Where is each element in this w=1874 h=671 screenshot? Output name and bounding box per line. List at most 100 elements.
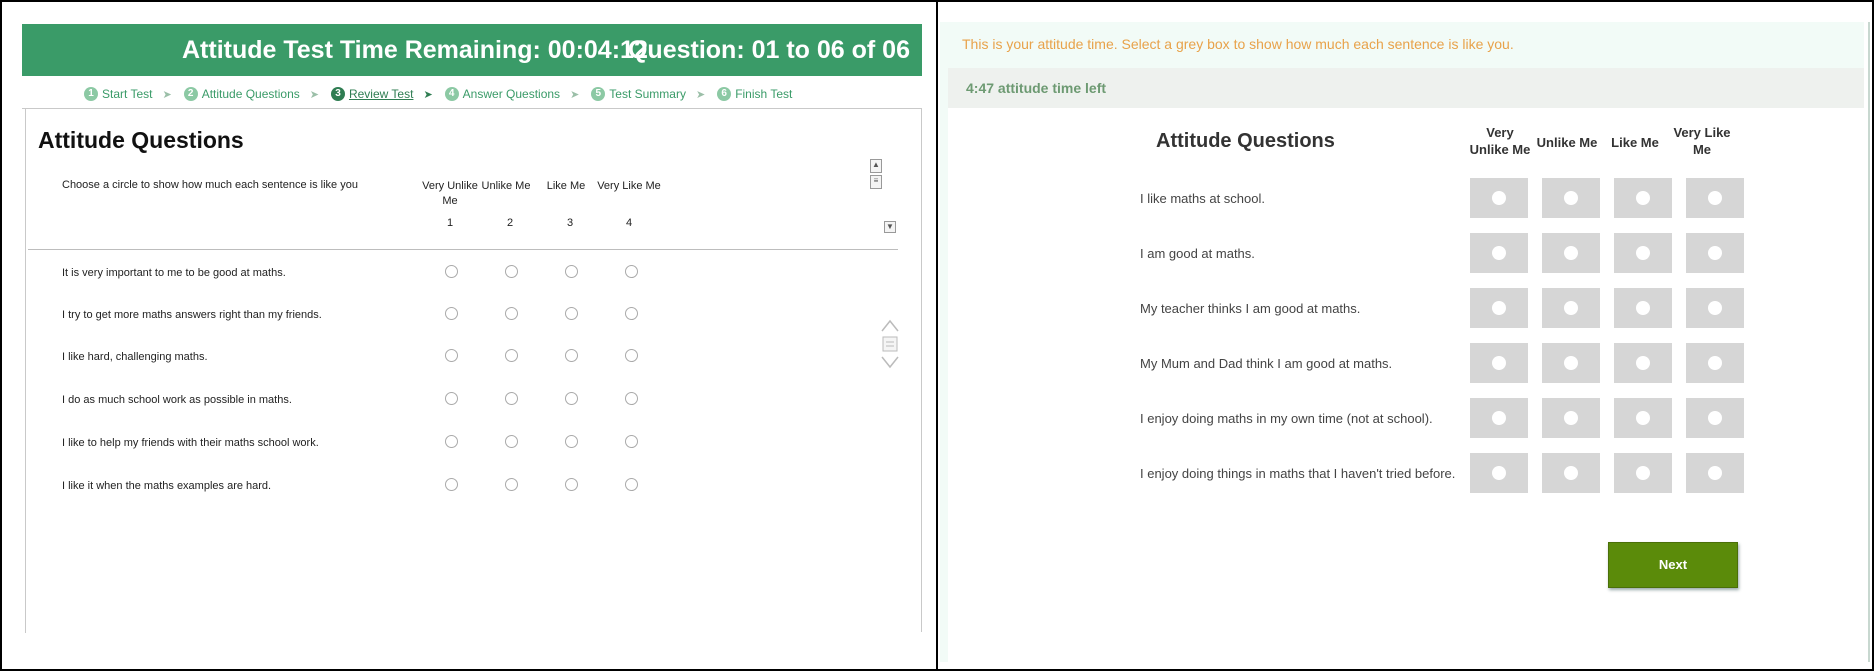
step-attitude-questions[interactable]: 2 Attitude Questions ➤ (183, 87, 325, 101)
header-separator (28, 249, 898, 250)
next-button[interactable]: Next (1608, 542, 1738, 588)
scroll-down-button[interactable]: ▼ (884, 221, 896, 233)
scroll-up-button[interactable]: ▲ (870, 159, 882, 173)
chevron-right-icon: ➤ (162, 88, 172, 101)
question-counter: Question: 01 to 06 of 06 (627, 36, 910, 64)
option-box-unlike[interactable] (1542, 398, 1600, 438)
column-header-like: Like Me (1611, 135, 1659, 150)
option-box-like[interactable] (1614, 178, 1672, 218)
option-box-very-unlike[interactable] (1470, 343, 1528, 383)
question-area: Attitude Questions Very Unlike Me Unlike… (948, 108, 1864, 662)
option-box-like[interactable] (1614, 288, 1672, 328)
radio-dot (1636, 246, 1650, 260)
scroll-handle[interactable]: ≡ (870, 175, 882, 189)
step-finish-test[interactable]: 6 Finish Test (717, 87, 792, 101)
radio-dot (1564, 356, 1578, 370)
radio-unlike[interactable] (505, 265, 518, 278)
column-header-very-like: Very Like Me (597, 180, 661, 192)
step-label: Attitude Questions (201, 87, 300, 101)
column-header-very-like: Very Like Me (1673, 125, 1731, 157)
radio-like[interactable] (565, 265, 578, 278)
radio-very-unlike[interactable] (445, 392, 458, 405)
option-box-very-unlike[interactable] (1470, 398, 1528, 438)
question-row: My Mum and Dad think I am good at maths. (1140, 343, 1744, 387)
option-box-very-like[interactable] (1686, 453, 1744, 493)
step-number: 3 (330, 87, 345, 101)
statement-text: I am good at maths. (1140, 246, 1255, 261)
radio-unlike[interactable] (505, 435, 518, 448)
radio-very-unlike[interactable] (445, 435, 458, 448)
panel-divider (936, 0, 938, 671)
column-header-very-unlike: Very Unlike Me (1469, 125, 1531, 157)
scroll-control[interactable] (880, 317, 900, 377)
option-box-unlike[interactable] (1542, 178, 1600, 218)
radio-dot (1564, 246, 1578, 260)
option-box-very-unlike[interactable] (1470, 178, 1528, 218)
radio-very-unlike[interactable] (445, 307, 458, 320)
radio-unlike[interactable] (505, 349, 518, 362)
option-box-like[interactable] (1614, 343, 1672, 383)
option-box-very-like[interactable] (1686, 178, 1744, 218)
radio-unlike[interactable] (505, 392, 518, 405)
radio-dot (1492, 466, 1506, 480)
chevron-right-icon: ➤ (695, 88, 706, 101)
radio-dot (1708, 356, 1722, 370)
option-box-very-unlike[interactable] (1470, 288, 1528, 328)
column-number: 4 (625, 217, 633, 229)
radio-unlike[interactable] (505, 307, 518, 320)
radio-very-unlike[interactable] (445, 478, 458, 491)
column-header-very-unlike: Very Unlike Me (422, 180, 478, 207)
step-review-test[interactable]: 3 Review Test ➤ (330, 87, 439, 101)
option-box-like[interactable] (1614, 233, 1672, 273)
step-start-test[interactable]: 1 Start Test ➤ (84, 87, 178, 101)
statement-text: I like to help my friends with their mat… (62, 437, 319, 449)
step-answer-questions[interactable]: 4 Answer Questions ➤ (444, 87, 586, 101)
left-panel: Attitude Test Time Remaining: 00:04:12 Q… (22, 24, 922, 633)
radio-dot (1708, 246, 1722, 260)
radio-very-like[interactable] (625, 435, 638, 448)
option-box-like[interactable] (1614, 398, 1672, 438)
radio-like[interactable] (565, 392, 578, 405)
radio-dot (1564, 466, 1578, 480)
radio-very-unlike[interactable] (445, 349, 458, 362)
test-header-bar: Attitude Test Time Remaining: 00:04:12 Q… (22, 24, 922, 76)
option-box-very-like[interactable] (1686, 398, 1744, 438)
statement-text: My teacher thinks I am good at maths. (1140, 301, 1361, 316)
radio-very-like[interactable] (625, 349, 638, 362)
option-box-very-unlike[interactable] (1470, 233, 1528, 273)
option-box-very-like[interactable] (1686, 288, 1744, 328)
radio-very-like[interactable] (625, 265, 638, 278)
radio-like[interactable] (565, 478, 578, 491)
option-box-unlike[interactable] (1542, 453, 1600, 493)
option-box-very-like[interactable] (1686, 343, 1744, 383)
option-box-unlike[interactable] (1542, 233, 1600, 273)
statement-text: I enjoy doing things in maths that I hav… (1140, 466, 1456, 481)
radio-very-unlike[interactable] (445, 265, 458, 278)
option-box-like[interactable] (1614, 453, 1672, 493)
radio-like[interactable] (565, 435, 578, 448)
option-box-very-like[interactable] (1686, 233, 1744, 273)
radio-unlike[interactable] (505, 478, 518, 491)
step-number: 1 (84, 87, 98, 101)
radio-dot (1708, 301, 1722, 315)
step-number: 2 (183, 87, 198, 101)
radio-very-like[interactable] (625, 478, 638, 491)
statement-text: My Mum and Dad think I am good at maths. (1140, 356, 1393, 371)
step-test-summary[interactable]: 5 Test Summary ➤ (591, 87, 711, 101)
chevron-right-icon: ➤ (309, 88, 319, 101)
radio-very-like[interactable] (625, 307, 638, 320)
radio-like[interactable] (565, 307, 578, 320)
question-row: I enjoy doing maths in my own time (not … (1140, 398, 1744, 442)
option-box-unlike[interactable] (1542, 288, 1600, 328)
radio-dot (1636, 356, 1650, 370)
question-row: I like to help my friends with their mat… (62, 435, 638, 455)
column-header-like: Like Me (546, 180, 586, 192)
option-box-very-unlike[interactable] (1470, 453, 1528, 493)
question-row: I do as much school work as possible in … (62, 392, 638, 412)
column-header-unlike: Unlike Me (1536, 135, 1598, 150)
radio-very-like[interactable] (625, 392, 638, 405)
question-row: My teacher thinks I am good at maths. (1140, 288, 1744, 332)
step-label: Start Test (102, 87, 153, 101)
option-box-unlike[interactable] (1542, 343, 1600, 383)
radio-like[interactable] (565, 349, 578, 362)
